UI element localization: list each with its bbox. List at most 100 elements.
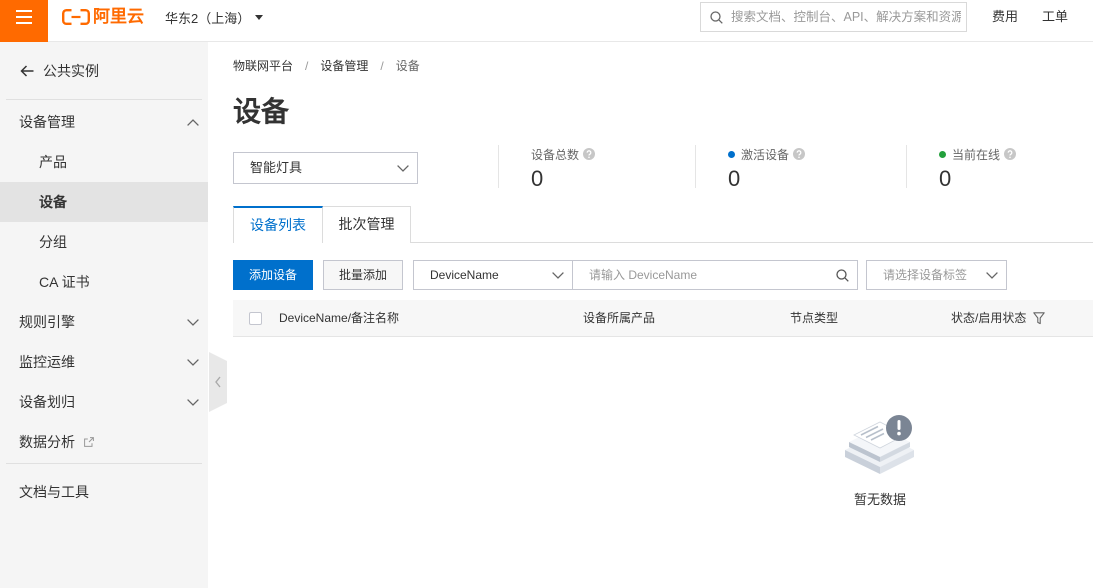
sidebar-item-label: 文档与工具 — [19, 484, 89, 500]
top-link-tickets[interactable]: 工单 — [1042, 0, 1068, 34]
help-icon[interactable] — [583, 148, 596, 160]
sidebar-item-label: 分组 — [39, 234, 67, 250]
sidebar: 公共实例 设备管理 产品 设备 分组 CA 证书 规则引擎 监控运维 设备划归 — [0, 42, 208, 588]
region-label: 华东2（上海） — [165, 10, 251, 26]
sidebar-item-devices[interactable]: 设备 — [0, 182, 208, 222]
caret-down-icon — [255, 14, 264, 20]
help-icon[interactable] — [793, 148, 806, 160]
sidebar-item-label: 设备划归 — [19, 394, 75, 410]
global-search-input[interactable] — [731, 3, 961, 31]
stat-label: 激活设备 — [741, 147, 790, 162]
stat-value: 0 — [531, 166, 544, 191]
chevron-left-icon — [209, 352, 227, 412]
stat-header: 激活设备 — [728, 146, 806, 162]
chevron-down-icon — [187, 399, 199, 406]
sidebar-item-label: 设备管理 — [19, 114, 75, 130]
sidebar-item-ca-certificates[interactable]: CA 证书 — [0, 262, 208, 302]
page-title: 设备 — [233, 96, 290, 127]
status-dot-green — [939, 150, 946, 158]
sidebar-collapse-handle[interactable] — [209, 352, 227, 412]
batch-add-button[interactable]: 批量添加 — [323, 260, 403, 290]
stat-total-devices: 设备总数 0 — [531, 146, 596, 191]
breadcrumb: 物联网平台 / 设备管理 / 设备 — [233, 58, 420, 74]
status-dot-blue — [728, 150, 735, 158]
help-icon[interactable] — [1004, 148, 1017, 160]
external-link-icon — [83, 436, 94, 447]
device-table-header: DeviceName/备注名称 设备所属产品 节点类型 状态/启用状态 — [233, 300, 1093, 337]
sidebar-divider — [6, 99, 202, 100]
chevron-down-icon — [187, 319, 199, 326]
stat-header: 当前在线 — [939, 146, 1017, 162]
tab-device-list[interactable]: 设备列表 — [233, 206, 323, 243]
arrow-left-icon — [20, 65, 34, 77]
sidebar-item-docs-tools[interactable]: 文档与工具 — [0, 472, 208, 512]
sidebar-item-data-analysis[interactable]: 数据分析 — [0, 422, 208, 462]
top-bar: 阿里云 华东2（上海） 费用 工单 — [0, 0, 1093, 42]
sidebar-item-label: 监控运维 — [19, 354, 75, 370]
chevron-down-icon — [187, 359, 199, 366]
add-device-button[interactable]: 添加设备 — [233, 260, 313, 290]
global-search[interactable] — [700, 2, 967, 32]
back-label: 公共实例 — [43, 63, 99, 79]
empty-data-icon — [845, 415, 914, 474]
stat-label: 设备总数 — [531, 147, 580, 162]
region-selector[interactable]: 华东2（上海） — [165, 0, 264, 34]
sidebar-item-label: 产品 — [39, 154, 67, 170]
stat-value: 0 — [939, 166, 952, 191]
stat-activated-devices: 激活设备 0 — [728, 146, 806, 191]
sidebar-item-products[interactable]: 产品 — [0, 142, 208, 182]
breadcrumb-separator: / — [305, 59, 309, 73]
aliyun-logo-icon — [62, 9, 90, 25]
stat-header: 设备总数 — [531, 146, 596, 162]
sidebar-item-label: CA 证书 — [39, 274, 90, 290]
device-tag-select[interactable]: 请选择设备标签 — [866, 260, 1007, 290]
iot-device-console: 阿里云 华东2（上海） 费用 工单 公共实例 设备管理 产品 设备 分 — [0, 0, 1093, 588]
stat-online-devices: 当前在线 0 — [939, 146, 1017, 191]
column-header-node-type: 节点类型 — [790, 311, 839, 325]
chevron-down-icon — [552, 272, 564, 279]
empty-state-text: 暂无数据 — [854, 492, 907, 507]
breadcrumb-separator: / — [380, 59, 384, 73]
stat-label: 当前在线 — [952, 147, 1001, 162]
search-field-select[interactable]: DeviceName — [413, 260, 573, 290]
breadcrumb-device-management[interactable]: 设备管理 — [320, 58, 368, 74]
device-tag-placeholder: 请选择设备标签 — [883, 268, 968, 282]
logo-text: 阿里云 — [93, 7, 144, 26]
filter-icon[interactable] — [1033, 312, 1045, 325]
breadcrumb-iot-platform[interactable]: 物联网平台 — [233, 58, 293, 74]
search-icon[interactable] — [836, 269, 849, 282]
stat-value: 0 — [728, 166, 741, 191]
aliyun-logo[interactable]: 阿里云 — [62, 8, 144, 26]
sidebar-item-label: 数据分析 — [19, 434, 75, 450]
stat-divider — [906, 145, 907, 188]
device-search-input[interactable] — [589, 261, 829, 289]
sidebar-item-label: 设备 — [39, 194, 67, 210]
top-link-billing[interactable]: 费用 — [992, 0, 1018, 34]
tab-bar: 设备列表 批次管理 — [233, 206, 1093, 243]
product-select-value: 智能灯具 — [250, 160, 303, 175]
column-header-device-name: DeviceName/备注名称 — [279, 311, 400, 325]
column-header-product: 设备所属产品 — [583, 311, 656, 325]
stat-divider — [695, 145, 696, 188]
sidebar-group-rule-engine[interactable]: 规则引擎 — [0, 302, 208, 342]
menu-button[interactable] — [0, 0, 48, 42]
select-all-checkbox[interactable] — [249, 312, 262, 325]
sidebar-group-device-assignment[interactable]: 设备划归 — [0, 382, 208, 422]
chevron-up-icon — [187, 119, 199, 126]
sidebar-group-device-management[interactable]: 设备管理 — [0, 102, 208, 142]
search-icon — [710, 11, 723, 24]
sidebar-group-monitoring[interactable]: 监控运维 — [0, 342, 208, 382]
sidebar-divider — [6, 463, 202, 464]
device-search[interactable] — [572, 260, 858, 290]
breadcrumb-current: 设备 — [395, 59, 420, 73]
product-select[interactable]: 智能灯具 — [233, 152, 418, 184]
chevron-down-icon — [397, 165, 409, 172]
sidebar-item-groups[interactable]: 分组 — [0, 222, 208, 262]
search-field-value: DeviceName — [430, 268, 499, 282]
back-to-public-instance[interactable]: 公共实例 — [0, 51, 208, 91]
stat-divider — [498, 145, 499, 188]
tab-batch-management[interactable]: 批次管理 — [322, 206, 411, 243]
chevron-down-icon — [986, 272, 998, 279]
sidebar-item-label: 规则引擎 — [19, 314, 75, 330]
menu-icon — [16, 10, 32, 24]
